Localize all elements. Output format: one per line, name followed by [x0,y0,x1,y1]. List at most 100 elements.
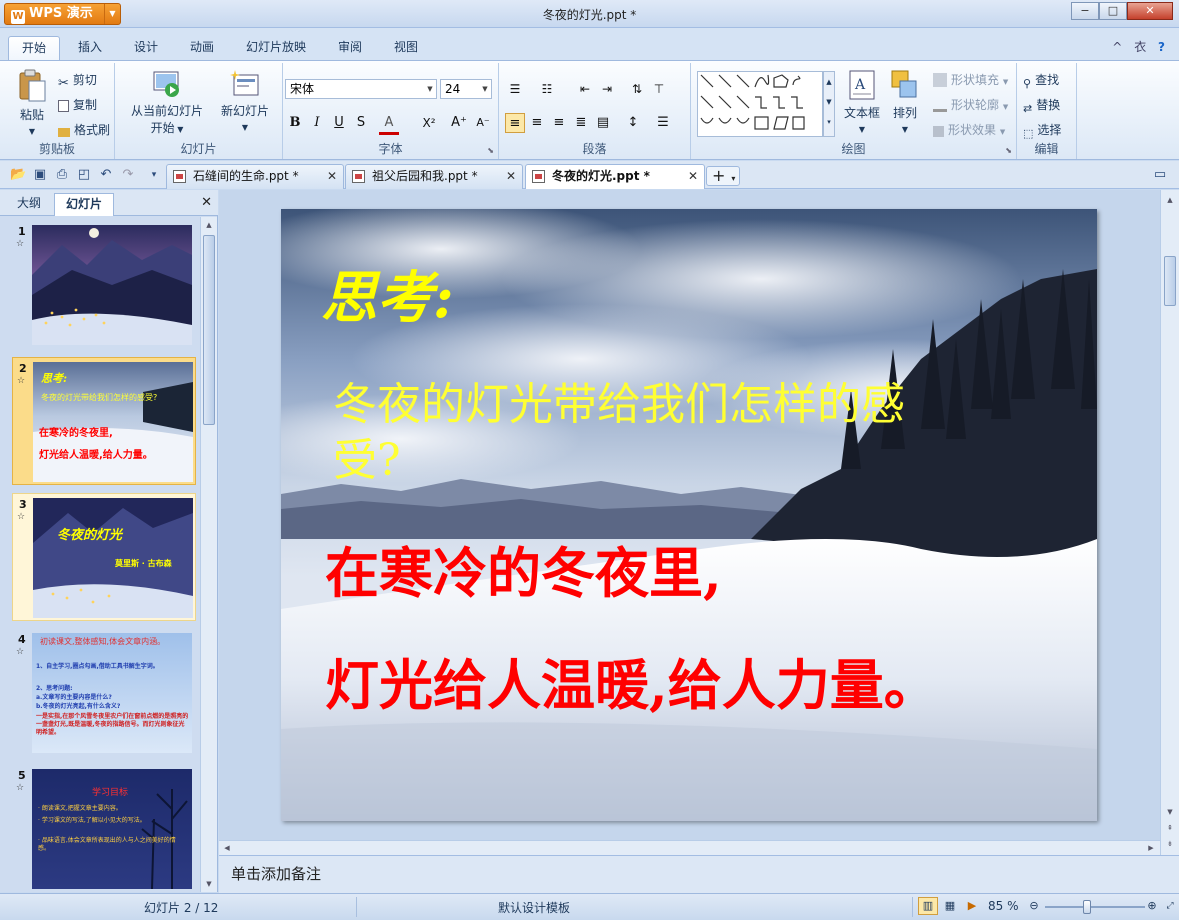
doc-tab-2[interactable]: 祖父后园和我.ppt * ✕ [345,164,523,189]
shape-outline-button[interactable]: 形状轮廓 ▼ [933,96,1008,113]
horizontal-scrollbar[interactable]: ◀ ▶ [219,840,1160,855]
scroll-thumb[interactable] [203,235,215,425]
slide-answer-line1[interactable]: 在寒冷的冬夜里, [325,529,722,608]
slideshow-view-icon[interactable]: ▶ [962,897,982,915]
tab-insert[interactable]: 插入 [66,36,114,60]
slide-thumbnail-5[interactable]: 5 ☆ 学习目标 · 朗读课文,把握文章主要内容。 · 学习课文的写法,了解以小见… [12,765,196,892]
close-button[interactable]: ✕ [1127,2,1173,20]
align-left-icon[interactable]: ≡ [505,113,525,133]
scroll-down-icon: ▼ [206,880,212,888]
tab-animation[interactable]: 动画 [178,36,226,60]
new-slide-button[interactable]: 新幻灯片 ▼ [217,69,273,133]
copy-button[interactable]: 复制 [58,96,97,113]
zoom-slider-handle[interactable] [1083,900,1091,914]
slide-answer-line2[interactable]: 灯光给人温暖,给人力量。 [325,641,938,720]
notes-pane[interactable]: 单击添加备注 [219,855,1179,893]
align-right-icon[interactable]: ≡ [549,113,569,133]
font-name-select[interactable]: 宋体 ▼ [285,79,437,99]
bold-button[interactable]: B [285,113,305,133]
text-shadow-button[interactable]: S [351,113,371,133]
align-text-icon[interactable]: ⊤ [649,79,669,99]
shape-effect-button[interactable]: 形状效果 ▼ [933,121,1005,138]
skin-icon[interactable]: 衣 [1134,40,1150,54]
customize-toolbar-icon[interactable]: ▾ [146,167,162,183]
slide-sorter-view-icon[interactable]: ▦ [940,897,960,915]
save-icon[interactable]: ▣ [32,167,48,183]
current-slide[interactable]: 思考: 冬夜的灯光带给我们怎样的感 受? 在寒冷的冬夜里, 灯光给人温暖,给人力… [281,209,1097,821]
align-center-icon[interactable]: ≡ [527,113,547,133]
thumbnail-scrollbar[interactable]: ▲ ▼ [200,217,217,892]
fit-window-icon[interactable]: ⤢ [1160,897,1179,915]
shape-fill-button[interactable]: 形状填充 ▼ [933,71,1008,88]
slide-thumbnail-1[interactable]: 1 ☆ [12,221,196,349]
arrange-button[interactable]: 排列 ▼ [887,69,923,135]
redo-icon[interactable]: ↷ [120,167,136,183]
shapes-gallery[interactable] [697,71,823,137]
text-direction-icon[interactable]: ⇅ [627,79,647,99]
close-tab-icon[interactable]: ✕ [688,165,698,187]
slide-thumbnail-4[interactable]: 4 ☆ 初读课文,整体感知,体会文章内涵。 1、自主学习,圈点勾画,借助工具书解生… [12,629,196,757]
font-color-button[interactable]: A [379,113,399,135]
print-icon[interactable]: ⎙ [54,167,70,183]
cut-button[interactable]: ✂ 剪切 [58,71,97,91]
slide-question-line1[interactable]: 冬夜的灯光带给我们怎样的感 [333,377,905,433]
print-preview-icon[interactable]: ◰ [76,167,92,183]
find-button[interactable]: ⚲ 查找 [1023,71,1059,91]
font-size-select[interactable]: 24 ▼ [440,79,492,99]
increase-indent-icon[interactable]: ⇥ [597,79,617,99]
paragraph-spacing-icon[interactable]: ☰ [653,113,673,133]
close-tab-icon[interactable]: ✕ [506,165,516,187]
italic-button[interactable]: I [307,113,327,133]
slide-title[interactable]: 思考: [321,253,454,334]
replace-button[interactable]: ⇄ 替换 [1023,96,1060,116]
zoom-out-icon[interactable]: ⊖ [1024,897,1044,915]
play-from-current-button[interactable]: 从当前幻灯片 开始 ▼ [125,69,209,136]
vertical-scrollbar[interactable]: ▲ ▼ ⇞ ⇟ [1160,190,1179,855]
zoom-slider[interactable] [1045,906,1145,908]
doc-tab-3[interactable]: 冬夜的灯光.ppt * ✕ [525,164,705,189]
tab-review[interactable]: 审阅 [326,36,374,60]
justify-icon[interactable]: ≣ [571,113,591,133]
format-painter-button[interactable]: 格式刷 [58,121,110,138]
maximize-button[interactable]: □ [1099,2,1127,20]
open-folder-icon[interactable]: 📂 [10,167,26,183]
dialog-launcher-icon[interactable]: ⬊ [1005,146,1012,155]
scroll-thumb[interactable] [1164,256,1176,306]
slide-thumbnail-3[interactable]: 3 ☆ 冬夜的灯光 莫里斯 · 古布森 [12,493,196,621]
zoom-level[interactable]: 85 % [988,899,1019,913]
gallery-scroll[interactable]: ▲ ▼ ▾ [823,71,835,137]
undo-icon[interactable]: ↶ [98,167,114,183]
new-tab-button[interactable]: + ▾ [706,166,740,186]
grow-font-button[interactable]: A⁺ [449,113,469,133]
help-icon[interactable]: ? [1158,40,1169,54]
cursor-select-icon: ⬚ [1023,127,1034,140]
restore-panel-icon[interactable]: ▭ [1152,167,1168,183]
numbering-icon[interactable]: ☷ [537,79,557,99]
superscript-button[interactable]: X² [417,113,441,133]
slide-question-line2[interactable]: 受? [333,433,401,489]
close-tab-icon[interactable]: ✕ [327,165,337,187]
textbox-button[interactable]: A 文本框 ▼ [839,69,885,135]
tab-slides[interactable]: 幻灯片 [54,193,114,216]
minimize-button[interactable]: − [1071,2,1099,20]
close-panel-icon[interactable]: ✕ [201,195,212,210]
distribute-icon[interactable]: ▤ [593,113,613,133]
decrease-indent-icon[interactable]: ⇤ [575,79,595,99]
shrink-font-button[interactable]: A⁻ [473,113,493,133]
tab-home[interactable]: 开始 [8,36,60,60]
line-spacing-icon[interactable]: ↕ [623,113,643,133]
zoom-in-icon[interactable]: ⊕ [1142,897,1162,915]
tab-outline[interactable]: 大纲 [6,193,52,216]
select-button[interactable]: ⬚ 选择 [1023,121,1061,141]
collapse-ribbon-icon[interactable]: ^ [1112,40,1126,54]
paste-button[interactable]: 粘贴 ▼ [12,69,52,137]
dialog-launcher-icon[interactable]: ⬊ [487,146,494,155]
tab-design[interactable]: 设计 [122,36,170,60]
underline-button[interactable]: U [329,113,349,133]
doc-tab-1[interactable]: 石缝间的生命.ppt * ✕ [166,164,344,189]
normal-view-icon[interactable]: ▥ [918,897,938,915]
tab-view[interactable]: 视图 [382,36,430,60]
bullets-icon[interactable]: ☰ [505,79,525,99]
tab-slideshow[interactable]: 幻灯片放映 [236,36,316,60]
slide-thumbnail-2[interactable]: 2 ☆ 思考: 冬夜的灯光带给我们怎样的感受? 在寒冷的冬夜里, 灯光给人温暖,给… [12,357,196,485]
